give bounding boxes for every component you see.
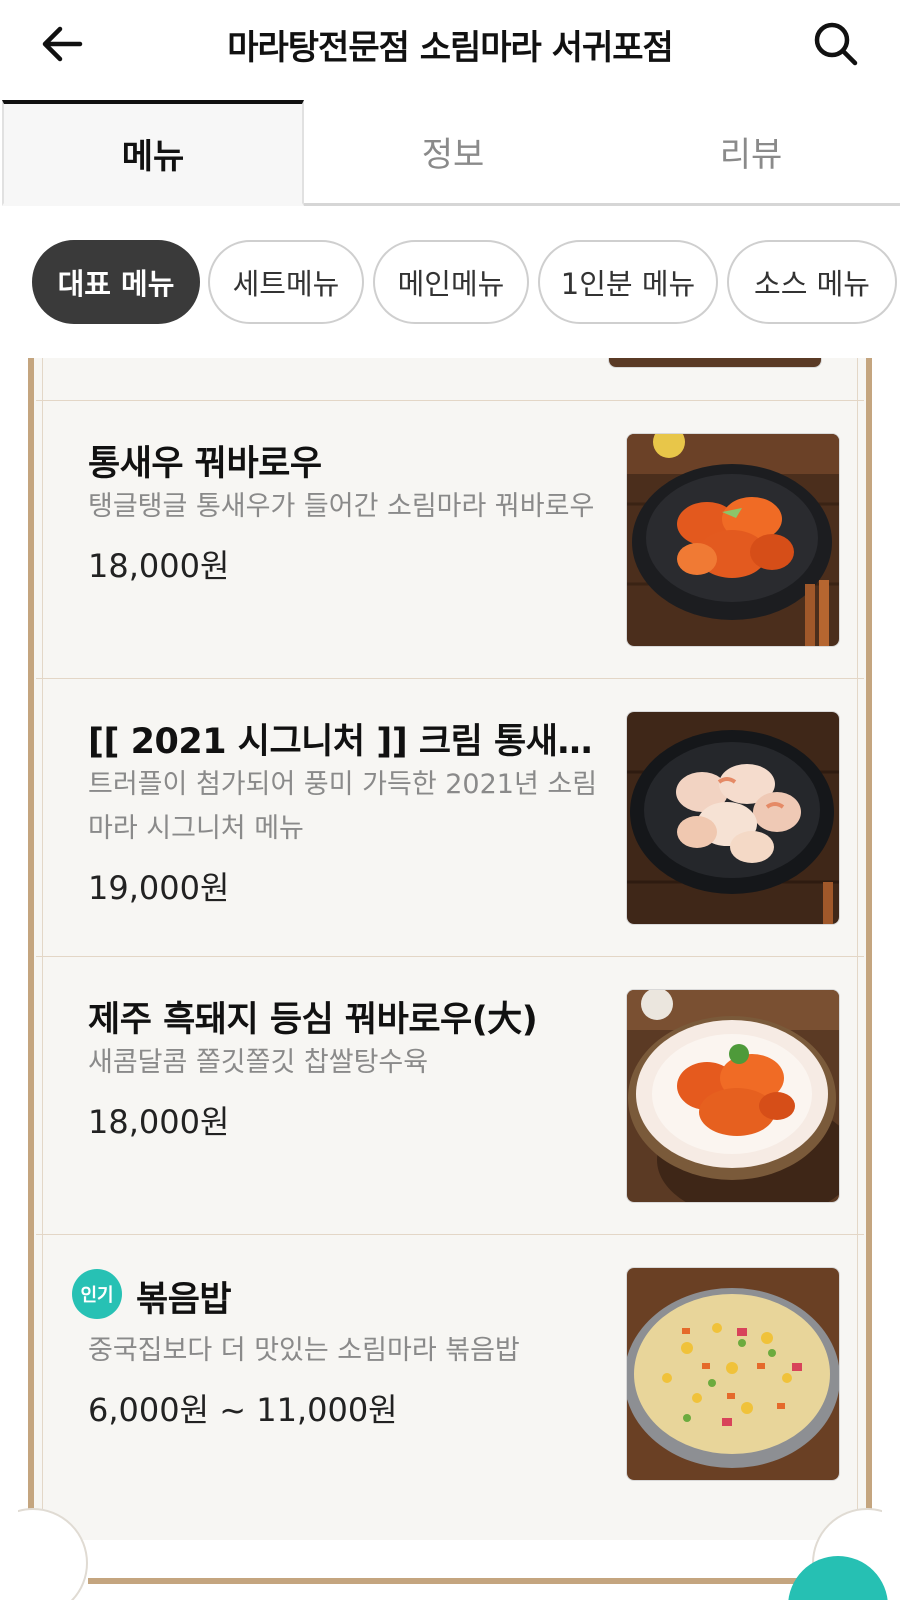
menu-item-description: 새콤달콤 쫄깃쫄깃 찹쌀탕수육: [88, 1047, 429, 1078]
chip-signature-menu[interactable]: 대표 메뉴: [32, 240, 200, 324]
menu-list: 통새우 꿔바로우 탱글탱글 통새우가 들어간 소림마라 꿔바로우 18,000원: [18, 358, 882, 1600]
chip-single-serving-menu[interactable]: 1인분 메뉴: [538, 240, 718, 324]
top-bar: 마라탕전문점 소림마라 서귀포점: [0, 0, 900, 88]
page-title: 마라탕전문점 소림마라 서귀포점: [227, 28, 674, 68]
search-icon: [814, 22, 858, 66]
chip-main-menu[interactable]: 메인메뉴: [373, 240, 529, 324]
tab-menu[interactable]: 메뉴: [2, 100, 304, 206]
popular-badge: 인기: [72, 1269, 122, 1319]
menu-item-name: 제주 흑돼지 등심 꿔바로우(大): [88, 1000, 538, 1040]
chip-set-menu[interactable]: 세트메뉴: [208, 240, 364, 324]
menu-item[interactable]: 제주 흑돼지 등심 꿔바로우(大) 새콤달콤 쫄깃쫄깃 찹쌀탕수육 18,000…: [36, 956, 864, 1234]
back-button[interactable]: [36, 18, 88, 70]
chip-sauce-menu[interactable]: 소스 메뉴: [727, 240, 897, 324]
shrimp-guobaorou-photo[interactable]: [626, 433, 840, 647]
menu-item[interactable]: 통새우 꿔바로우 탱글탱글 통새우가 들어간 소림마라 꿔바로우 18,000원: [36, 400, 864, 678]
menu-item[interactable]: 인기 볶음밥 중국집보다 더 맛있는 소림마라 볶음밥 6,000원 ~ 11,…: [36, 1234, 864, 1512]
store-tabs: 메뉴 정보 리뷰: [0, 100, 900, 206]
menu-item-price: 19,000원: [88, 869, 230, 907]
menu-item-name: [[ 2021 시그니처 ]] 크림 통새우 꿔...: [88, 722, 608, 762]
category-chips: 대표 메뉴 세트메뉴 메인메뉴 1인분 메뉴 소스 메뉴: [0, 236, 900, 328]
cream-shrimp-photo[interactable]: [626, 711, 840, 925]
menu-item-description: 탱글탱글 통새우가 들어간 소림마라 꿔바로우: [88, 491, 595, 522]
previous-item-image[interactable]: [608, 358, 822, 368]
menu-item-name: 통새우 꿔바로우: [88, 444, 322, 484]
tab-info[interactable]: 정보: [304, 100, 602, 206]
menu-item-price: 6,000원 ~ 11,000원: [88, 1391, 398, 1429]
menu-item-description: 트러플이 첨가되어 풍미 가득한 2021년 소림마라 시그니처 메뉴: [88, 769, 598, 844]
fried-rice-photo[interactable]: [626, 1267, 840, 1481]
menu-item-name: 볶음밥: [136, 1280, 232, 1320]
menu-item[interactable]: [[ 2021 시그니처 ]] 크림 통새우 꿔... 트러플이 첨가되어 풍미…: [36, 678, 864, 956]
menu-item-price: 18,000원: [88, 1103, 230, 1141]
arrow-left-icon: [42, 26, 83, 62]
menu-bottom-border: [88, 1578, 812, 1584]
search-button[interactable]: [808, 16, 864, 72]
black-pork-guobaorou-photo[interactable]: [626, 989, 840, 1203]
menu-item-price: 18,000원: [88, 547, 230, 585]
tab-reviews[interactable]: 리뷰: [602, 100, 900, 206]
menu-item-description: 중국집보다 더 맛있는 소림마라 볶음밥: [88, 1335, 520, 1366]
